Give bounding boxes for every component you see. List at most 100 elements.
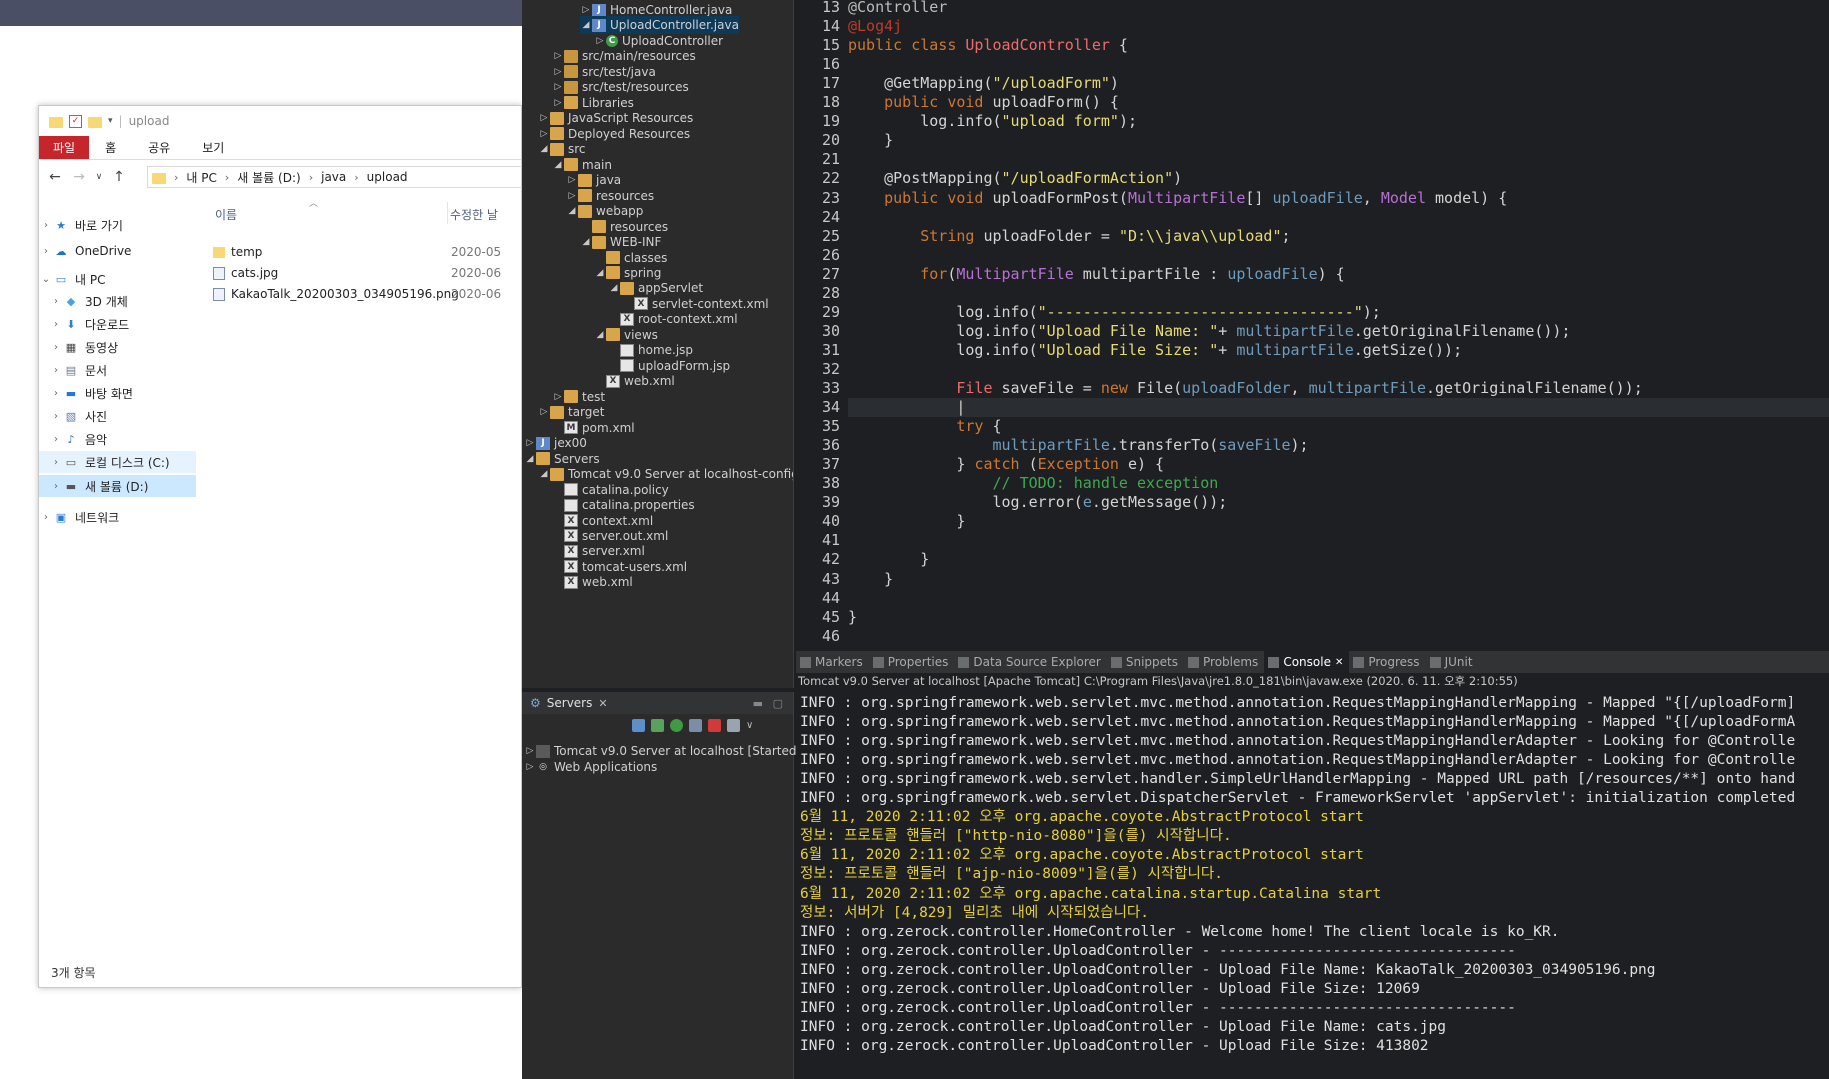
chevron-right-icon[interactable]: › — [39, 246, 53, 257]
code-line[interactable]: log.info("upload form"); — [848, 112, 1829, 131]
code-line[interactable] — [848, 627, 1829, 646]
tab-file[interactable]: 파일 — [39, 136, 90, 159]
nav-item-quick-access[interactable]: › ★ 바로 가기 — [39, 214, 196, 236]
expand-arrow-icon[interactable]: ▷ — [524, 438, 536, 448]
recent-locations-chevron-icon[interactable]: ∨ — [91, 172, 107, 182]
code-line[interactable]: try { — [848, 417, 1829, 436]
quick-access-dropdown-icon[interactable]: ▾ — [108, 116, 113, 126]
chevron-right-icon[interactable]: › — [39, 512, 53, 523]
up-arrow-icon[interactable]: ↑ — [107, 169, 131, 185]
start-server-icon[interactable] — [651, 718, 664, 732]
column-header-modified[interactable]: 수정한 날 — [450, 206, 498, 223]
collapse-arrow-icon[interactable]: ◢ — [594, 268, 606, 278]
profile-server-icon[interactable] — [689, 718, 702, 732]
tab-progress[interactable]: Progress — [1349, 651, 1425, 673]
column-divider[interactable] — [447, 202, 448, 224]
code-line[interactable]: log.info("Upload File Name: "+ multipart… — [848, 322, 1829, 341]
nav-item-desktop[interactable]: › ▬ 바탕 화면 — [39, 382, 196, 404]
chevron-right-icon[interactable]: › — [49, 365, 63, 376]
nav-item-volume-d[interactable]: › ▬ 새 볼륨 (D:) — [39, 475, 196, 497]
code-line[interactable]: File saveFile = new File(uploadFolder, m… — [848, 379, 1829, 398]
close-icon[interactable]: ✕ — [598, 697, 607, 710]
list-item[interactable]: KakaoTalk_20200303_034905196.png — [213, 284, 459, 304]
tree-item[interactable]: Xweb.xml — [594, 372, 675, 390]
tab-servers[interactable]: Servers — [547, 696, 593, 710]
close-icon[interactable]: ✕ — [1335, 657, 1343, 668]
nav-item-my-pc[interactable]: ⌄ ▭ 내 PC — [39, 268, 196, 290]
code-line[interactable]: @PostMapping("/uploadFormAction") — [848, 169, 1829, 188]
properties-icon[interactable]: ✓ — [69, 114, 82, 128]
code-line[interactable]: } — [848, 570, 1829, 589]
collapse-arrow-icon[interactable]: ◢ — [608, 283, 620, 293]
expand-arrow-icon[interactable]: ▷ — [552, 82, 564, 92]
code-line[interactable]: @Controller — [848, 0, 1829, 17]
view-menu-chevron-icon[interactable]: ∨ — [746, 720, 753, 731]
code-line[interactable]: @GetMapping("/uploadForm") — [848, 74, 1829, 93]
tab-console[interactable]: Console ✕ — [1264, 651, 1350, 673]
expand-arrow-icon[interactable]: ▷ — [552, 51, 564, 61]
collapse-arrow-icon[interactable]: ◢ — [524, 454, 536, 464]
server-item-web-applications[interactable]: ▷ ◎ Web Applications — [524, 758, 658, 776]
run-server-icon[interactable] — [670, 718, 683, 732]
code-line[interactable]: multipartFile.transferTo(saveFile); — [848, 436, 1829, 455]
nav-item-local-disk-c[interactable]: › ▭ 로컬 디스크 (C:) — [39, 451, 196, 473]
nav-item-network[interactable]: › ▣ 네트워크 — [39, 506, 196, 528]
nav-item-videos[interactable]: › ▦ 동영상 — [39, 336, 196, 358]
tab-data-source-explorer[interactable]: Data Source Explorer — [954, 651, 1106, 673]
code-line[interactable]: public void uploadFormPost(MultipartFile… — [848, 189, 1829, 208]
tab-share[interactable]: 공유 — [132, 136, 186, 159]
expand-arrow-icon[interactable]: ▷ — [538, 407, 550, 417]
code-line[interactable]: String uploadFolder = "D:\\java\\upload"… — [848, 227, 1829, 246]
nav-item-onedrive[interactable]: › ☁ OneDrive — [39, 240, 196, 262]
code-line[interactable] — [848, 55, 1829, 74]
nav-item-downloads[interactable]: › ⬇ 다운로드 — [39, 313, 196, 335]
breadcrumb-my-pc[interactable]: 내 PC — [186, 169, 216, 186]
list-item[interactable]: temp — [213, 242, 262, 262]
code-line[interactable] — [848, 208, 1829, 227]
nav-item-3d-objects[interactable]: › ◆ 3D 개체 — [39, 290, 196, 312]
chevron-right-icon[interactable]: › — [39, 220, 53, 231]
chevron-right-icon[interactable]: › — [49, 434, 63, 445]
expand-arrow-icon[interactable]: ▷ — [566, 175, 578, 185]
code-line[interactable]: // TODO: handle exception — [848, 474, 1829, 493]
breadcrumb-drive-d[interactable]: 새 볼륨 (D:) — [237, 169, 300, 186]
chevron-right-icon[interactable]: › — [49, 481, 63, 492]
expand-arrow-icon[interactable]: ▷ — [538, 129, 550, 139]
code-line[interactable]: log.error(e.getMessage()); — [848, 493, 1829, 512]
tab-markers[interactable]: Markers — [796, 651, 869, 673]
code-editor[interactable]: 13 14 15 16 17 18 19 20 21 22 23 24 25 26 27 28 29 30 31 32… — [796, 0, 1829, 647]
forward-arrow-icon[interactable]: → — [67, 169, 91, 185]
list-item[interactable]: cats.jpg — [213, 263, 278, 283]
publish-icon[interactable] — [727, 718, 740, 732]
code-line[interactable]: } — [848, 512, 1829, 531]
maximize-icon[interactable]: ▢ — [773, 697, 783, 710]
collapse-arrow-icon[interactable]: ◢ — [580, 20, 592, 30]
chevron-right-icon[interactable]: › — [49, 296, 63, 307]
code-line[interactable]: log.info("Upload File Size: "+ multipart… — [848, 341, 1829, 360]
collapse-arrow-icon[interactable]: ◢ — [594, 330, 606, 340]
breadcrumb-upload[interactable]: upload — [367, 170, 408, 184]
expand-arrow-icon[interactable]: ▷ — [566, 191, 578, 201]
expand-arrow-icon[interactable]: ▷ — [552, 392, 564, 402]
chevron-down-icon[interactable]: ⌄ — [39, 274, 53, 285]
breadcrumb-java[interactable]: java — [321, 170, 346, 184]
chevron-right-icon[interactable]: › — [49, 457, 63, 468]
code-line[interactable]: } — [848, 608, 1829, 627]
column-header-name[interactable]: 이름 — [215, 206, 237, 223]
nav-item-pictures[interactable]: › ▧ 사진 — [39, 405, 196, 427]
code-line[interactable] — [848, 360, 1829, 379]
back-arrow-icon[interactable]: ← — [43, 169, 67, 185]
code-line[interactable]: for(MultipartFile multipartFile : upload… — [848, 265, 1829, 284]
chevron-right-icon[interactable]: › — [49, 411, 63, 422]
tree-item[interactable]: Xweb.xml — [552, 573, 633, 591]
expand-arrow-icon[interactable]: ▷ — [524, 762, 536, 772]
code-line[interactable]: | — [848, 398, 1829, 418]
tab-junit[interactable]: JUnit — [1426, 651, 1479, 673]
expand-arrow-icon[interactable]: ▷ — [552, 98, 564, 108]
chevron-right-icon[interactable]: › — [49, 388, 63, 399]
code-line[interactable]: } catch (Exception e) { — [848, 455, 1829, 474]
nav-item-documents[interactable]: › ▤ 문서 — [39, 359, 196, 381]
tab-properties[interactable]: Properties — [869, 651, 955, 673]
address-box[interactable]: › 내 PC › 새 볼륨 (D:) › java › upload — [147, 166, 523, 188]
expand-arrow-icon[interactable]: ▷ — [594, 36, 606, 46]
